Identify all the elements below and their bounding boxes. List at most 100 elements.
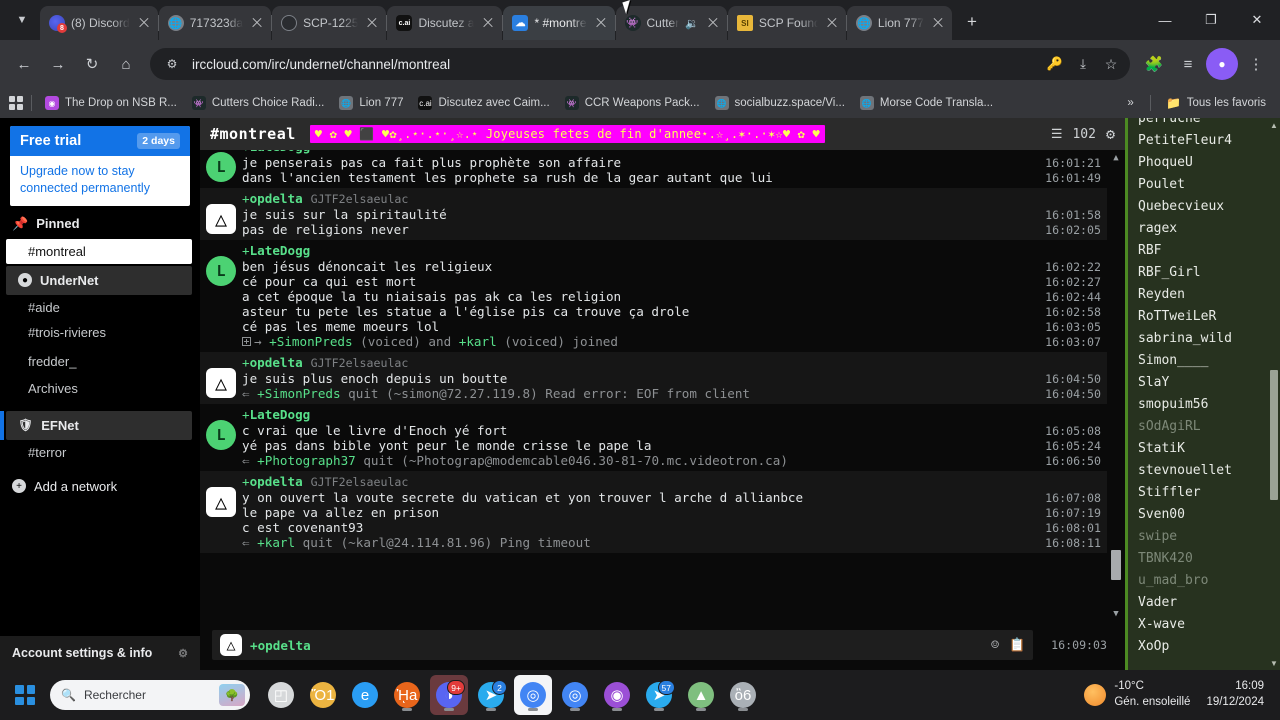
restore-button[interactable]: ❐ — [1188, 4, 1234, 36]
scroll-up-icon[interactable]: ▲ — [1110, 152, 1122, 164]
browser-tab[interactable]: Lion 777 — [845, 6, 952, 40]
taskbar-app-file-explorer[interactable]: Ὄ1 — [304, 675, 342, 715]
close-icon[interactable] — [249, 15, 265, 31]
sidebar-item-trois-rivieres[interactable]: #trois-rivieres — [0, 320, 200, 345]
extensions-icon[interactable]: 🧩 — [1138, 48, 1170, 80]
avatar[interactable]: △ — [206, 487, 236, 517]
avatar[interactable]: L — [206, 152, 236, 182]
channel-topic[interactable]: ♥ ✿ ♥ ⬛ ♥✿¸.⋆·.⋆·¸☆.⋆ Joyeuses fetes de … — [309, 125, 825, 143]
message-nick[interactable]: +opdelta — [242, 474, 303, 489]
network-header-undernet[interactable]: ● UnderNet — [6, 265, 192, 295]
user-list-item[interactable]: smopuim56 — [1138, 394, 1280, 416]
taskbar-search[interactable]: 🔍 Rechercher 🌳 — [50, 680, 250, 710]
new-tab-button[interactable]: + — [958, 8, 986, 36]
taskbar-app-chrome[interactable]: ◎ — [514, 675, 552, 715]
taskbar-app-vlc-or-media[interactable]: ◉ — [598, 675, 636, 715]
taskbar-app-telegram-desktop[interactable]: ➤ 2 — [472, 675, 510, 715]
user-list-item[interactable]: RoTTweiLeR — [1138, 306, 1280, 328]
user-list-item[interactable]: Reyden — [1138, 284, 1280, 306]
scrollbar-thumb[interactable] — [1111, 550, 1121, 580]
scroll-up-icon[interactable]: ▲ — [1269, 120, 1279, 130]
message-nick[interactable]: +LateDogg — [242, 407, 310, 422]
tab-audio-icon[interactable]: 🔉 — [685, 17, 699, 30]
scrollbar-thumb[interactable] — [1270, 370, 1278, 500]
sidebar-item-archives[interactable]: Archives — [0, 374, 200, 401]
page-info-icon[interactable]: ⚙ — [162, 54, 182, 74]
user-list-item[interactable]: PhoqueU — [1138, 152, 1280, 174]
tab-search-chevron-icon[interactable]: ▼ — [8, 6, 36, 34]
bookmark-item[interactable]: c.ai Discutez avec Caim... — [412, 93, 555, 113]
taskbar-app-chrome-2[interactable]: ◎ — [556, 675, 594, 715]
bookmark-item[interactable]: ◉ The Drop on NSB R... — [39, 93, 183, 113]
gear-icon[interactable]: ⚙ — [1106, 125, 1115, 143]
member-list-icon[interactable]: ☰ — [1051, 127, 1063, 142]
message-nick[interactable]: +LateDogg — [242, 150, 310, 154]
user-list-item[interactable]: sabrina_wild — [1138, 328, 1280, 350]
user-list-item[interactable]: swipe — [1138, 526, 1280, 548]
user-list-item[interactable]: PetiteFleur4 — [1138, 130, 1280, 152]
free-trial-message[interactable]: Upgrade now to stay connected permanentl… — [10, 156, 190, 206]
close-icon[interactable] — [364, 15, 380, 31]
message-nick[interactable]: +opdelta — [242, 191, 303, 206]
user-list-item[interactable]: Simon____ — [1138, 350, 1280, 372]
address-bar[interactable]: ⚙ irccloud.com/irc/undernet/channel/mont… — [150, 48, 1130, 80]
user-list-scrollbar[interactable]: ▲ ▼ — [1269, 120, 1279, 668]
user-list-item[interactable]: SlaY — [1138, 372, 1280, 394]
scroll-down-icon[interactable]: ▼ — [1269, 658, 1279, 668]
sidebar-item-fredder[interactable]: fredder_ — [0, 345, 200, 374]
account-settings-button[interactable]: Account settings & info ⚙ — [0, 636, 200, 670]
user-list-item[interactable]: RBF_Girl — [1138, 262, 1280, 284]
taskbar-app-app-bird[interactable]: ὂ6 — [724, 675, 762, 715]
back-button[interactable]: ← — [8, 48, 40, 80]
avatar[interactable]: △ — [206, 368, 236, 398]
browser-tab[interactable]: SI SCP Found — [726, 6, 846, 40]
taskbar-app-task-view[interactable]: ◰ — [262, 675, 300, 715]
user-list-item[interactable]: ragex — [1138, 218, 1280, 240]
forward-button[interactable]: → — [42, 48, 74, 80]
emoji-icon[interactable]: ☺ — [991, 638, 999, 653]
user-list-item[interactable]: Stiffler — [1138, 482, 1280, 504]
user-list-item[interactable]: X-wave — [1138, 614, 1280, 636]
key-icon[interactable]: 🔑 — [1042, 51, 1068, 77]
bookmark-item[interactable]: 🌐 Morse Code Transla... — [854, 93, 999, 113]
user-list-item[interactable]: u_mad_bro — [1138, 570, 1280, 592]
all-bookmarks-button[interactable]: 📁 Tous les favoris — [1161, 93, 1272, 113]
user-list-item[interactable]: StatiK — [1138, 438, 1280, 460]
taskbar-app-firefox[interactable]: ᾘa — [388, 675, 426, 715]
close-button[interactable]: ✕ — [1234, 4, 1280, 36]
browser-tab[interactable]: SCP-1225 — [271, 6, 387, 40]
browser-menu-icon[interactable]: ⋮ — [1240, 48, 1272, 80]
apps-grid-icon[interactable] — [8, 95, 24, 111]
user-list-item[interactable]: perruche — [1138, 118, 1280, 130]
search-highlight-thumbnail[interactable]: 🌳 — [219, 684, 245, 706]
browser-tab[interactable]: * #montre — [502, 6, 615, 40]
close-icon[interactable] — [930, 15, 946, 31]
weather-widget[interactable]: -10°C Gén. ensoleillé — [1084, 679, 1190, 710]
close-icon[interactable] — [480, 15, 496, 31]
taskbar-app-telegram[interactable]: ➤ 57 — [640, 675, 678, 715]
close-icon[interactable] — [705, 15, 721, 31]
profile-icon[interactable]: ● — [1206, 48, 1238, 80]
network-header-efnet[interactable]: 🛡 EFNet — [0, 410, 192, 440]
user-list-item[interactable]: Vader — [1138, 592, 1280, 614]
taskbar-app-edge[interactable]: e — [346, 675, 384, 715]
user-list-item[interactable]: RBF — [1138, 240, 1280, 262]
browser-tab[interactable]: c.ai Discutez a — [386, 6, 503, 40]
paste-icon[interactable]: 📋 — [1009, 638, 1025, 653]
taskbar-app-discord[interactable]: ◑ 9+ — [430, 675, 468, 715]
message-input-row[interactable]: △ +opdelta ☺ 📋 — [212, 630, 1034, 660]
bookmark-item[interactable]: 🌐 Lion 777 — [333, 93, 409, 113]
user-list-item[interactable]: TBNK420 — [1138, 548, 1280, 570]
reload-button[interactable]: ↻ — [76, 48, 108, 80]
browser-tab[interactable]: 717323da — [157, 6, 272, 40]
home-button[interactable]: ⌂ — [110, 48, 142, 80]
start-button[interactable] — [10, 680, 40, 710]
message-nick[interactable]: +LateDogg — [242, 243, 310, 258]
user-list-item[interactable]: Poulet — [1138, 174, 1280, 196]
bookmark-item[interactable]: 👾 Cutters Choice Radi... — [186, 93, 331, 113]
taskbar-clock[interactable]: 16:09 19/12/2024 — [1206, 679, 1264, 710]
message-nick[interactable]: +opdelta — [242, 355, 303, 370]
install-icon[interactable]: ⤓ — [1070, 51, 1096, 77]
reading-list-icon[interactable]: ≡ — [1172, 48, 1204, 80]
avatar[interactable]: L — [206, 420, 236, 450]
